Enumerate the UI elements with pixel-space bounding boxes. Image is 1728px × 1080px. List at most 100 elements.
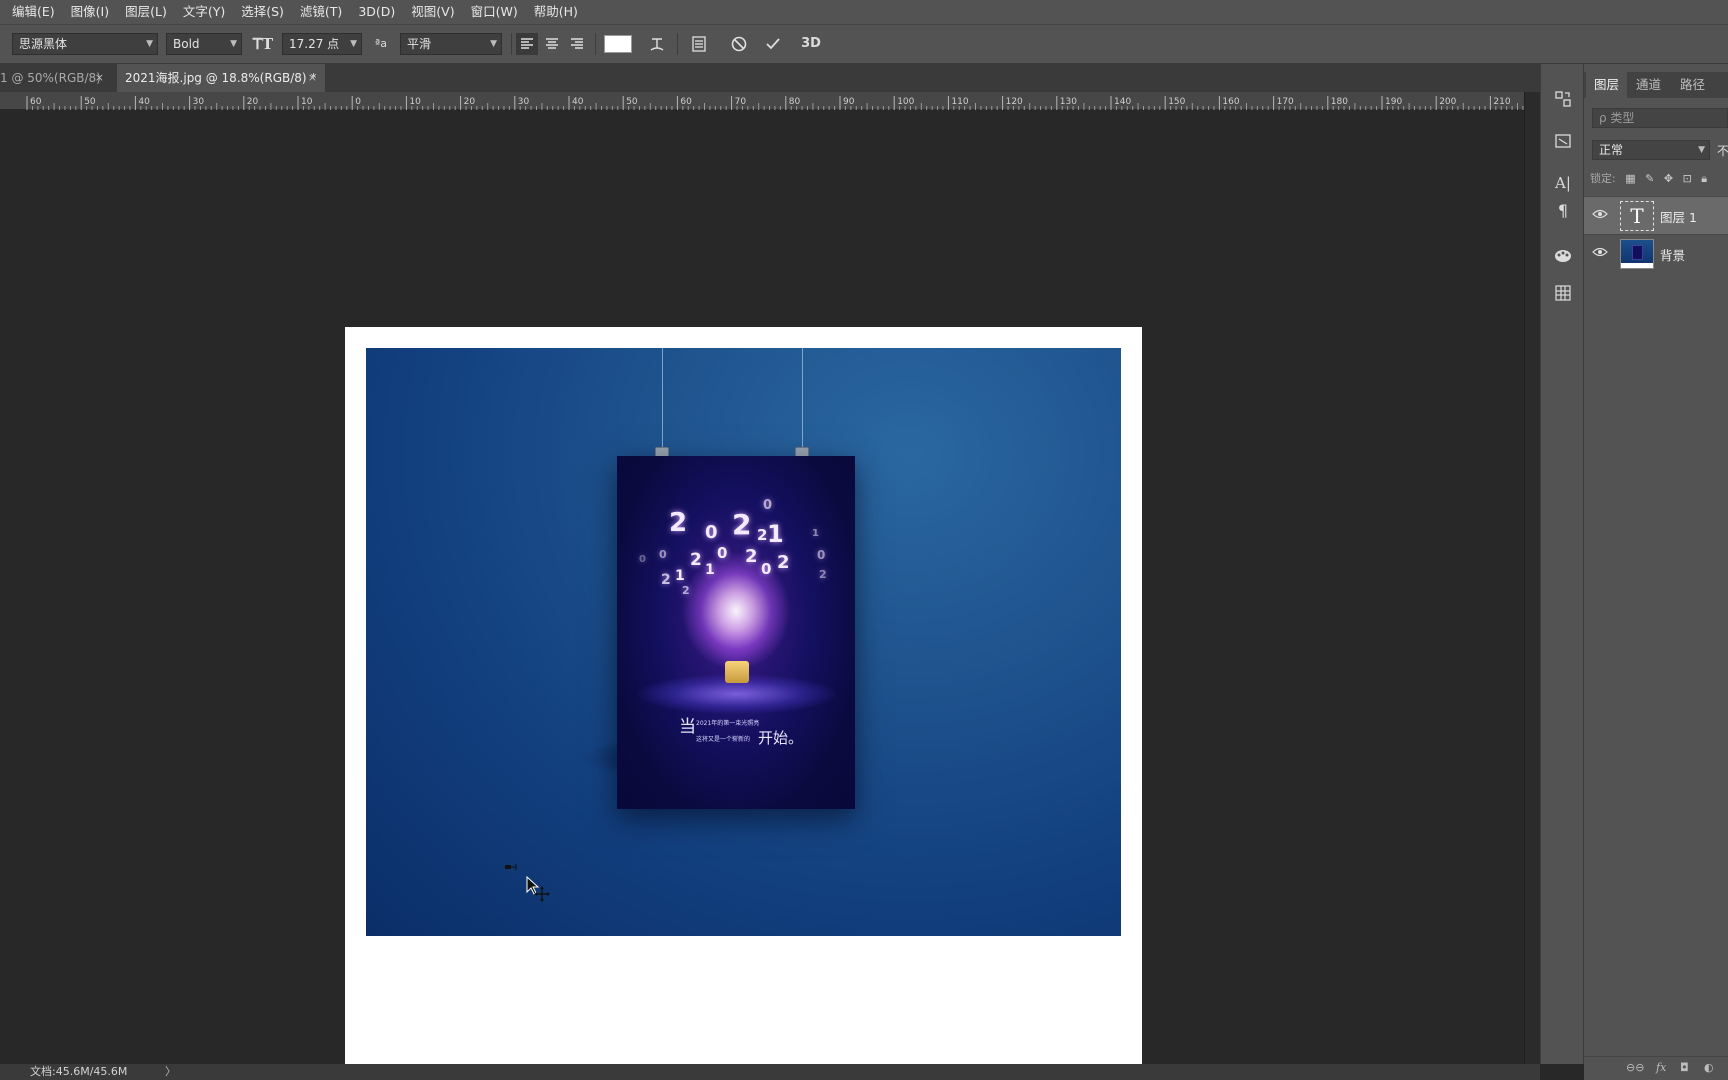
close-icon[interactable]: × (95, 64, 104, 92)
character-icon[interactable]: A| (1552, 172, 1574, 194)
ruler-tick-label: 130 (1060, 97, 1077, 107)
menu-3d[interactable]: 3D(D) (350, 0, 403, 24)
vertical-scrollbar[interactable] (1524, 92, 1540, 1064)
layer-filter-input[interactable]: ρ 类型 (1592, 108, 1728, 128)
layer-row-text[interactable]: T 图层 1 (1584, 196, 1728, 234)
warp-text-icon (650, 38, 664, 51)
lock-position-icon[interactable]: ✥ (1664, 172, 1673, 185)
styles-icon[interactable] (1552, 244, 1574, 266)
check-icon (766, 38, 780, 50)
ruler-tick-label: 70 (735, 97, 747, 107)
poster-digit: 0 (763, 498, 773, 513)
history-icon[interactable] (1552, 88, 1574, 110)
3d-button[interactable]: 3D (800, 33, 822, 55)
poster-headline-char: 开始。 (758, 729, 804, 747)
ruler-tick-label: 200 (1439, 97, 1456, 107)
status-menu-arrow[interactable]: 〉 (165, 1064, 176, 1080)
align-center-button[interactable] (541, 33, 563, 55)
poster-digit: 0 (761, 560, 772, 578)
ruler-tick-label: 190 (1385, 97, 1402, 107)
eye-icon[interactable] (1592, 246, 1608, 258)
paragraph-icon[interactable]: ¶ (1552, 200, 1574, 222)
link-layers-icon[interactable]: ⊖⊖ (1626, 1061, 1644, 1074)
menu-edit[interactable]: 编辑(E) (4, 0, 63, 24)
menu-help[interactable]: 帮助(H) (526, 0, 586, 24)
lock-all-icon[interactable]: 🔒︎ (1701, 172, 1707, 186)
ruler-tick-label: 30 (518, 97, 530, 107)
poster-digit: 2 (732, 508, 752, 541)
poster-digit: 1 (675, 568, 685, 584)
blend-mode-select[interactable]: 正常 ▼ (1592, 140, 1710, 160)
poster-digit: 1 (767, 520, 784, 548)
menu-view[interactable]: 视图(V) (403, 0, 462, 24)
character-panel-button[interactable] (688, 33, 710, 55)
poster-digit: 1 (812, 528, 819, 539)
tab-document-2021-poster[interactable]: 2021海报.jpg @ 18.8%(RGB/8) * × (117, 64, 325, 92)
poster-digit: 2 (690, 550, 702, 570)
eye-icon[interactable] (1592, 208, 1608, 220)
poster-digit: 2 (757, 526, 768, 544)
align-right-button[interactable] (566, 33, 588, 55)
layer-name[interactable]: 图层 1 (1660, 207, 1697, 226)
swatches-icon[interactable] (1552, 282, 1574, 304)
anti-alias-select[interactable]: 平滑 ▼ (400, 33, 502, 55)
document-size-status: 文档:45.6M/45.6M (30, 1065, 128, 1078)
hanging-string (662, 348, 663, 454)
poster-digit: 0 (817, 548, 826, 562)
menu-filter[interactable]: 滤镜(T) (292, 0, 350, 24)
commit-edit-button[interactable] (762, 33, 784, 55)
canvas-area[interactable]: 2 0 2 2 1 0 2 0 1 2 0 2 1 2 0 0 2 1 2 0 (0, 110, 1524, 1066)
cancel-edit-button[interactable] (728, 33, 750, 55)
font-size-select[interactable]: 17.27 点 ▼ (282, 33, 362, 55)
add-mask-icon[interactable]: ◘ (1680, 1061, 1689, 1074)
align-left-button[interactable] (516, 33, 538, 55)
menu-select[interactable]: 选择(S) (233, 0, 292, 24)
layer-row-background[interactable]: 背景 (1584, 234, 1728, 272)
ruler-tick-label: 60 (680, 97, 692, 107)
text-color-swatch[interactable] (604, 35, 632, 53)
lock-brush-icon[interactable]: ✎ (1645, 172, 1654, 185)
poster-digit: 2 (661, 572, 671, 588)
fx-icon[interactable]: fx (1656, 1061, 1666, 1074)
font-style-select[interactable]: Bold ▼ (166, 33, 242, 55)
tab-layers[interactable]: 图层 (1586, 72, 1628, 98)
lock-artboard-icon[interactable]: ⊡ (1683, 172, 1692, 185)
ruler-tick-label: 50 (626, 97, 638, 107)
lock-pixels-icon[interactable]: ▦ (1625, 172, 1635, 185)
ruler-tick-label: 180 (1331, 97, 1348, 107)
poster-digit: 2 (819, 568, 827, 581)
text-layer-thumbnail: T (1620, 201, 1654, 231)
close-icon[interactable]: × (308, 64, 317, 92)
poster-2021: 2 0 2 2 1 0 2 0 1 2 0 2 1 2 0 0 2 1 2 0 (617, 456, 855, 809)
ruler-tick-label: 30 (193, 97, 205, 107)
panels-icon (692, 36, 706, 52)
layer-name[interactable]: 背景 (1660, 245, 1685, 264)
menu-image[interactable]: 图像(I) (63, 0, 117, 24)
anti-alias-icon: ªa (375, 37, 387, 50)
adjustment-layer-icon[interactable]: ◐ (1704, 1061, 1714, 1074)
tab-paths[interactable]: 路径 (1672, 72, 1713, 98)
menu-window[interactable]: 窗口(W) (463, 0, 526, 24)
lock-row: 锁定: ▦ ✎ ✥ ⊡ 🔒︎ (1590, 170, 1728, 186)
divider (595, 33, 596, 55)
menu-layer[interactable]: 图层(L) (117, 0, 175, 24)
panel-tabs: 图层 通道 路径 (1584, 72, 1728, 98)
ruler-tick-label: 150 (1168, 97, 1185, 107)
tab-document-1[interactable]: 1 @ 50%(RGB/8) × (0, 64, 112, 92)
status-bar: 文档:45.6M/45.6M 〉 (0, 1064, 1540, 1080)
menu-type[interactable]: 文字(Y) (175, 0, 233, 24)
warp-text-button[interactable] (646, 33, 668, 55)
align-right-icon (571, 38, 583, 49)
cancel-icon (731, 36, 747, 52)
tab-channels[interactable]: 通道 (1628, 72, 1669, 98)
ruler-tick-label: 160 (1222, 97, 1239, 107)
ruler-tick-label: 100 (897, 97, 914, 107)
poster-mockup-image: 2 0 2 2 1 0 2 0 1 2 0 2 1 2 0 0 2 1 2 0 (366, 348, 1121, 936)
document-canvas[interactable]: 2 0 2 2 1 0 2 0 1 2 0 2 1 2 0 0 2 1 2 0 (345, 327, 1142, 1066)
ruler-tick-label: 210 (1493, 97, 1510, 107)
properties-icon[interactable] (1552, 130, 1574, 152)
font-family-select[interactable]: 思源黑体 ▼ (12, 33, 158, 55)
align-center-icon (546, 38, 558, 49)
move-cursor-icon (526, 876, 550, 902)
document-tabs: 1 @ 50%(RGB/8) × 2021海报.jpg @ 18.8%(RGB/… (0, 64, 1540, 92)
